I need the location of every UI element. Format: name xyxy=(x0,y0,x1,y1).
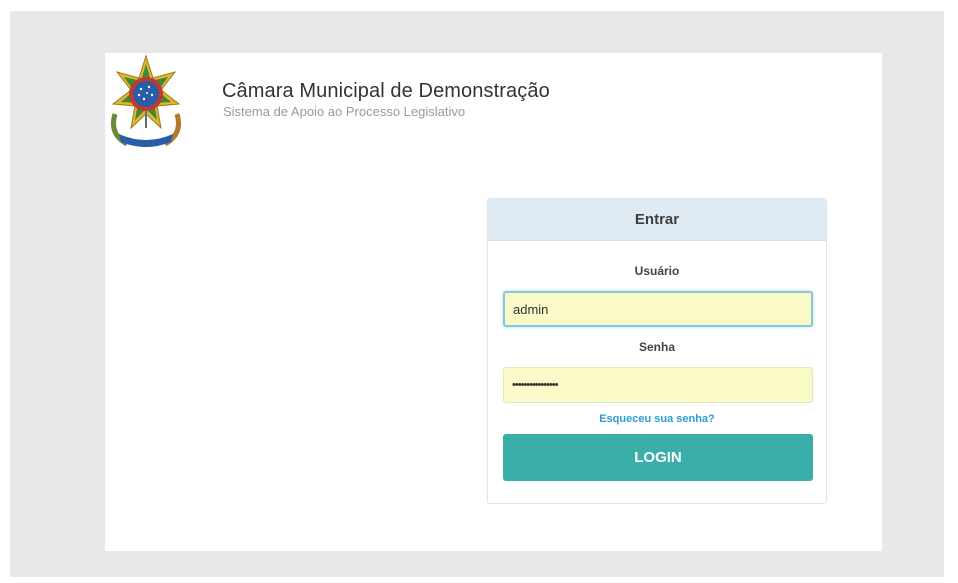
login-panel: Entrar Usuário Senha Esqueceu sua senha?… xyxy=(487,198,827,504)
panel-heading: Entrar xyxy=(488,199,826,241)
login-page: Câmara Municipal de Demonstração Sistema… xyxy=(105,53,882,551)
username-input[interactable] xyxy=(503,291,813,327)
coat-of-arms-icon xyxy=(105,54,187,148)
page-title: Câmara Municipal de Demonstração xyxy=(222,80,550,102)
password-label: Senha xyxy=(638,340,675,354)
forgot-password-link[interactable]: Esqueceu sua senha? xyxy=(488,413,826,425)
username-label: Usuário xyxy=(634,264,680,278)
page-subtitle: Sistema de Apoio ao Processo Legislativo xyxy=(223,104,466,119)
login-button[interactable]: LOGIN xyxy=(503,434,813,481)
password-input[interactable] xyxy=(503,367,813,403)
